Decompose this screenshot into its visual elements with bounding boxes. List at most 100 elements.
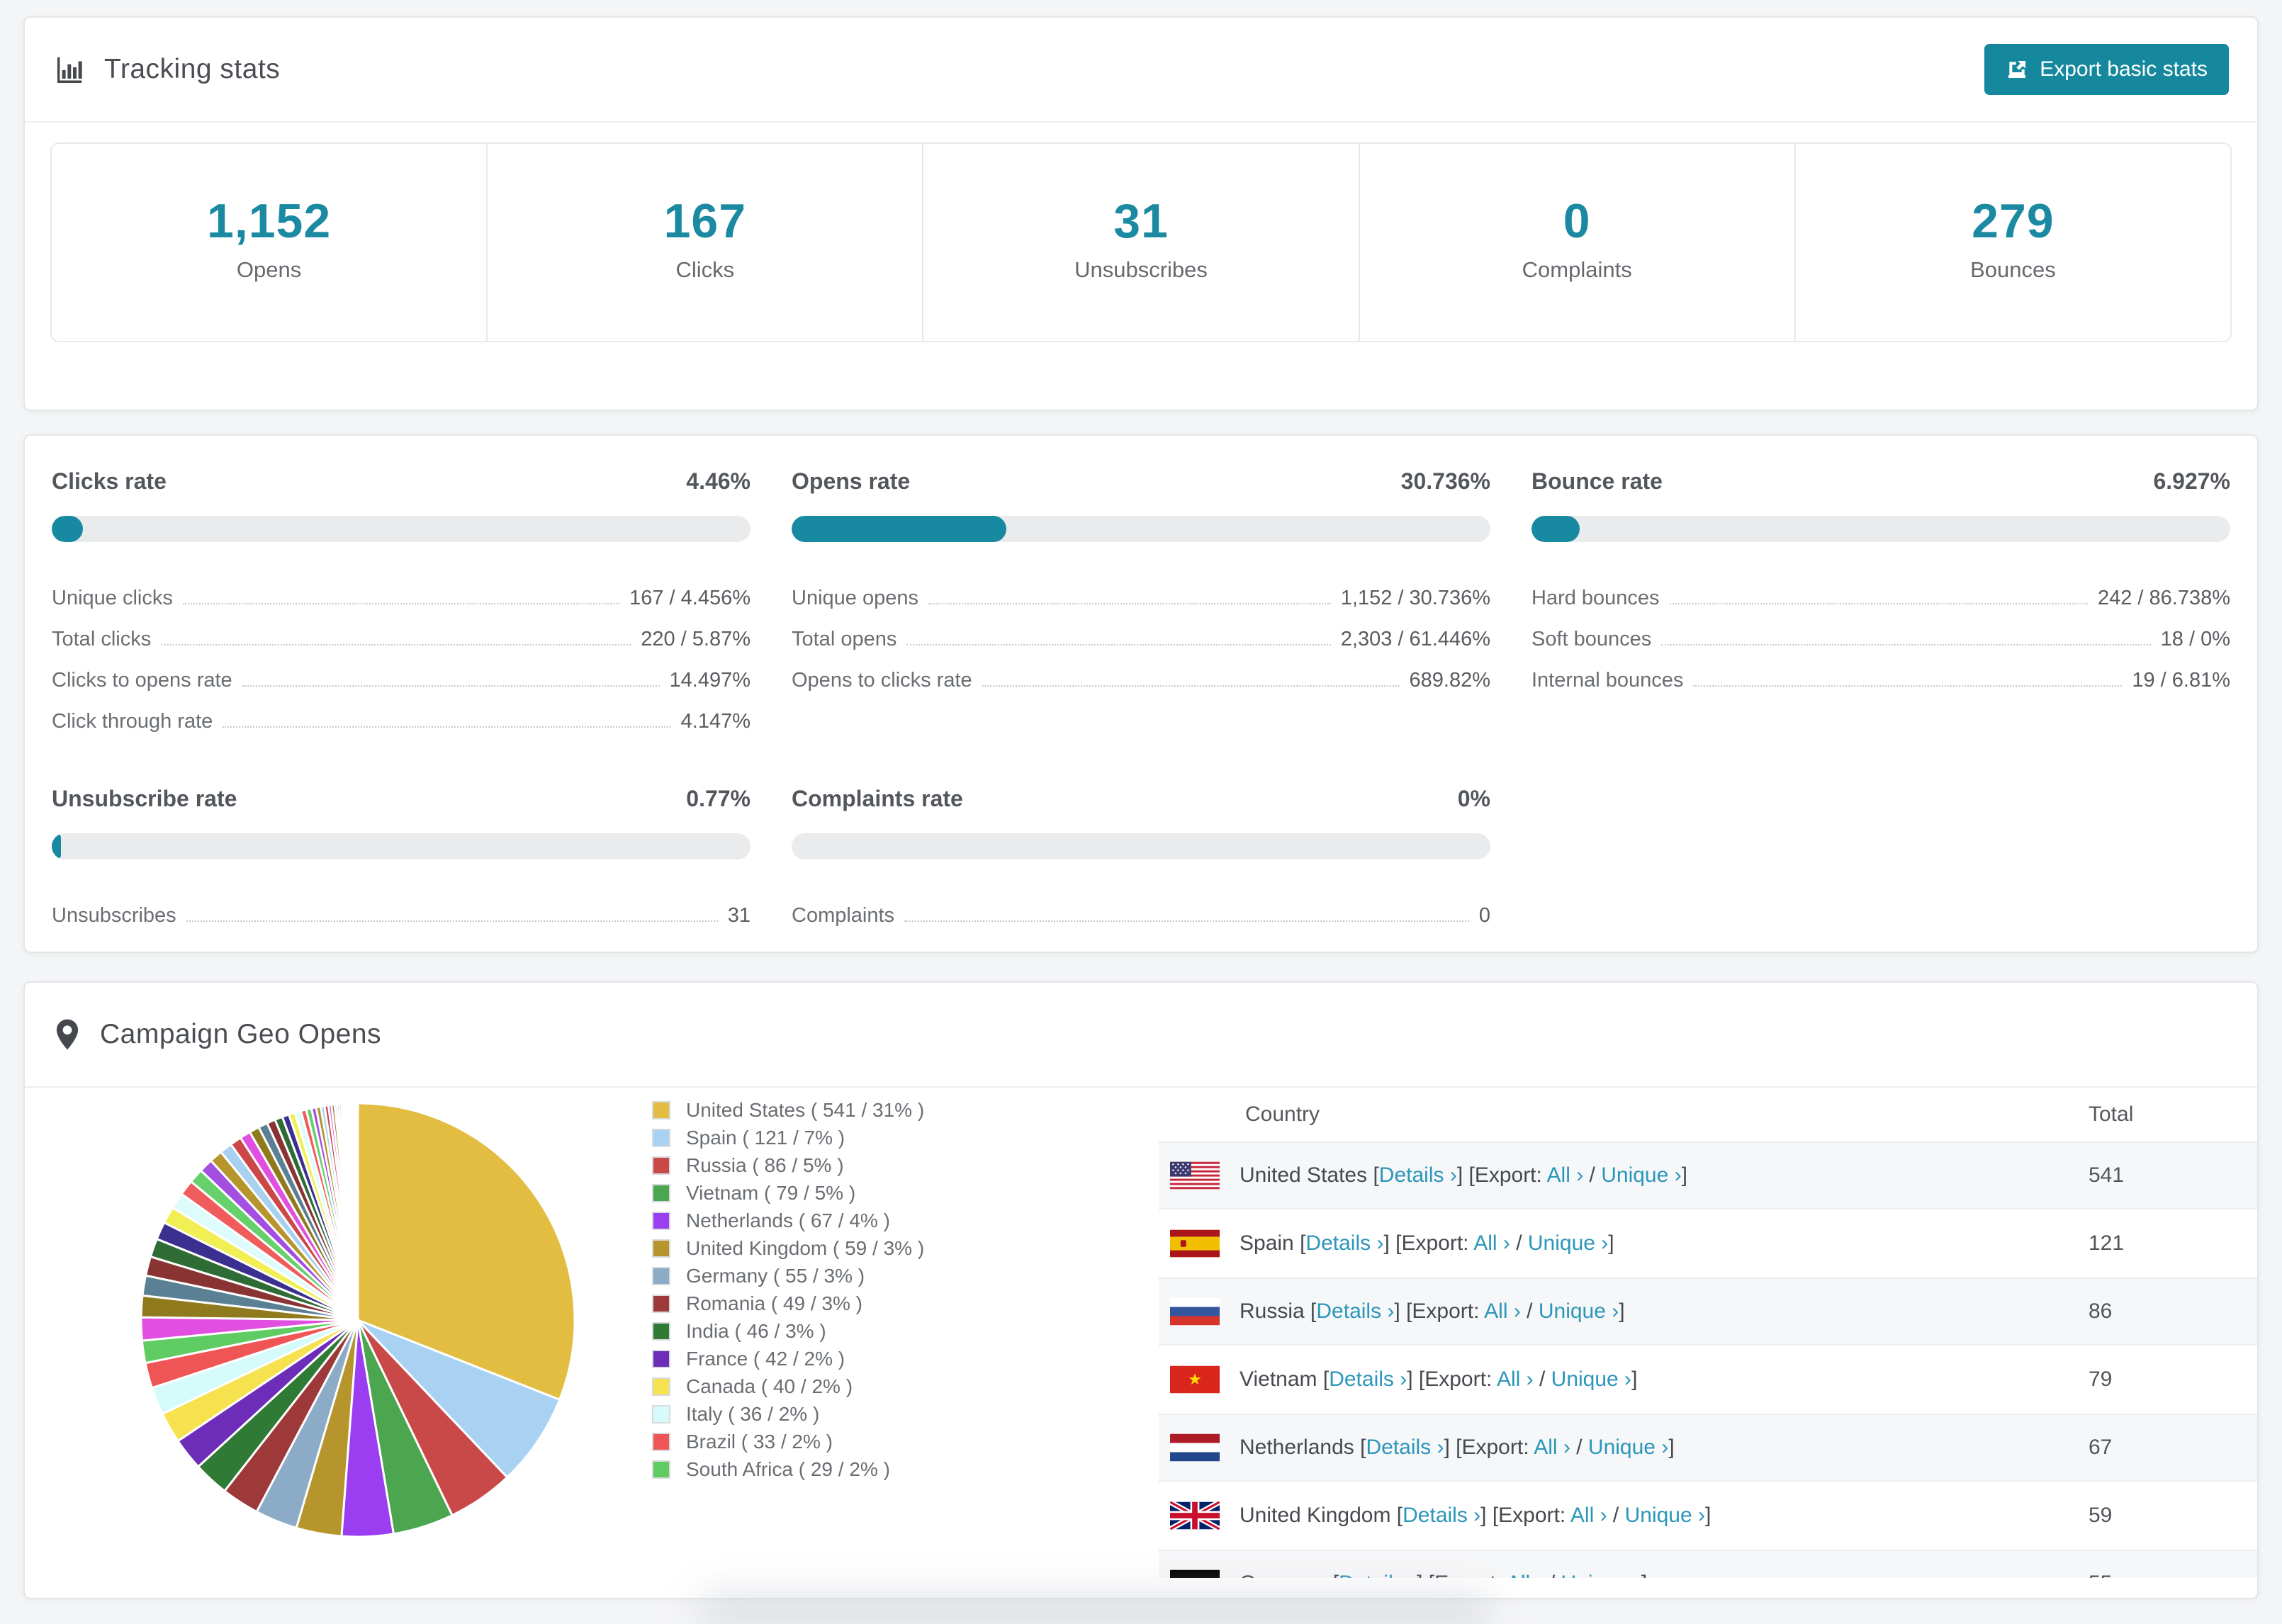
export-all-link[interactable]: All › [1570, 1504, 1607, 1527]
country-name: United States [1240, 1163, 1373, 1187]
progress-bar [52, 833, 751, 859]
stat-value: 4.147% [680, 710, 751, 733]
legend-item-united-kingdom: United Kingdom ( 59 / 3% ) [652, 1237, 924, 1260]
legend-swatch [652, 1322, 670, 1341]
geo-pie-chart[interactable] [131, 1093, 585, 1547]
export-all-link[interactable]: All › [1547, 1163, 1584, 1187]
legend-swatch [652, 1129, 670, 1147]
legend-swatch [652, 1433, 670, 1451]
legend-label: Vietnam ( 79 / 5% ) [686, 1182, 856, 1204]
export-unique-link[interactable]: Unique › [1601, 1163, 1681, 1187]
bottom-shadow [698, 1594, 1492, 1624]
rate-section-complaints-rate: Complaints rate 0% Complaints 0 [792, 786, 1490, 927]
stat-label: Total opens [792, 628, 897, 650]
stat-rows: Unique opens 1,152 / 30.736% Total opens 2,… [792, 569, 1490, 692]
country-name: Germany [1240, 1572, 1333, 1578]
stat-value: 2,303 / 61.446% [1340, 628, 1490, 650]
details-link[interactable]: Details › [1366, 1436, 1444, 1459]
details-link[interactable]: Details › [1305, 1231, 1383, 1255]
country-cell: Netherlands [Details ›] [Export: All › /… [1240, 1436, 2089, 1460]
export-unique-link[interactable]: Unique › [1561, 1572, 1641, 1578]
rate-title: Complaints rate [792, 786, 963, 811]
slash: / [1570, 1436, 1588, 1459]
details-link[interactable]: Details › [1316, 1299, 1394, 1323]
progress-fill [792, 516, 1007, 542]
geo-header: Campaign Geo Opens [25, 983, 2257, 1086]
summary-value: 279 [1972, 194, 2055, 248]
slash: / [1583, 1163, 1602, 1187]
legend-label: Russia ( 86 / 5% ) [686, 1154, 844, 1176]
dotted-leader [1669, 603, 2088, 604]
geo-heading: Campaign Geo Opens [53, 1018, 381, 1051]
legend-label: France ( 42 / 2% ) [686, 1348, 845, 1370]
summary-cell-clicks: 167 Clicks [486, 144, 922, 341]
export-unique-link[interactable]: Unique › [1539, 1299, 1619, 1323]
pie-slice-other-49[interactable] [356, 1102, 359, 1321]
geo-table: Country Total United States [Details ›] … [1159, 1088, 2257, 1578]
export-label: ] [Export: [1456, 1163, 1547, 1187]
export-unique-link[interactable]: Unique › [1551, 1368, 1631, 1391]
export-label: ] [Export: [1444, 1436, 1534, 1459]
rate-head: Opens rate 30.736% [792, 468, 1490, 495]
bar-chart-icon [53, 53, 86, 86]
table-row-netherlands: Netherlands [Details ›] [Export: All › /… [1159, 1414, 2257, 1482]
rate-title: Bounce rate [1531, 468, 1663, 494]
progress-bar [792, 516, 1490, 542]
stat-value: 19 / 6.81% [2132, 669, 2230, 692]
dotted-leader [1661, 644, 2151, 645]
rate-value: 0% [1457, 786, 1490, 811]
export-all-link[interactable]: All › [1497, 1368, 1534, 1391]
stat-row-click-through-rate: Click through rate 4.147% [52, 692, 751, 733]
summary-cell-opens: 1,152 Opens [52, 144, 486, 341]
stat-row-opens-to-clicks-rate: Opens to clicks rate 689.82% [792, 651, 1490, 692]
stat-row-hard-bounces: Hard bounces 242 / 86.738% [1531, 569, 2230, 610]
rate-title: Clicks rate [52, 468, 167, 494]
tracking-stats-card: Tracking stats Export basic stats 1,152 O… [23, 16, 2259, 411]
legend-item-united-states: United States ( 541 / 31% ) [652, 1099, 924, 1122]
spain-flag-icon [1170, 1229, 1220, 1258]
export-all-link[interactable]: All › [1534, 1436, 1570, 1459]
country-total: 541 [2089, 1163, 2125, 1187]
details-link[interactable]: Details › [1329, 1368, 1407, 1391]
export-all-link[interactable]: All › [1507, 1572, 1544, 1578]
dotted-leader [186, 920, 718, 922]
rates-card: Clicks rate 4.46% Unique clicks 167 / 4.456… [23, 434, 2259, 953]
stat-row-internal-bounces: Internal bounces 19 / 6.81% [1531, 651, 2230, 692]
legend-swatch [652, 1350, 670, 1368]
stat-rows: Complaints 0 [792, 886, 1490, 927]
progress-fill [1531, 516, 1580, 542]
progress-bar [52, 516, 751, 542]
country-name: Russia [1240, 1299, 1311, 1323]
summary-label: Clicks [675, 257, 735, 282]
progress-bar [1531, 516, 2230, 542]
rate-value: 30.736% [1400, 468, 1490, 494]
summary-cell-complaints: 0 Complaints [1358, 144, 1794, 341]
stat-label: Soft bounces [1531, 628, 1652, 650]
tracking-stats-title: Tracking stats [104, 54, 281, 84]
stat-row-total-clicks: Total clicks 220 / 5.87% [52, 610, 751, 651]
bracket: [ [1373, 1163, 1379, 1187]
details-link[interactable]: Details › [1403, 1504, 1480, 1527]
export-all-link[interactable]: All › [1484, 1299, 1521, 1323]
slash: / [1510, 1231, 1528, 1255]
bracket: ] [1668, 1436, 1675, 1459]
legend-swatch [652, 1267, 670, 1285]
stat-label: Click through rate [52, 710, 213, 733]
export-unique-link[interactable]: Unique › [1528, 1231, 1608, 1255]
bracket: ] [1631, 1368, 1638, 1391]
legend-item-spain: Spain ( 121 / 7% ) [652, 1127, 924, 1149]
summary-label: Opens [236, 257, 302, 282]
details-link[interactable]: Details › [1339, 1572, 1417, 1578]
export-all-link[interactable]: All › [1473, 1231, 1510, 1255]
bracket: ] [1681, 1163, 1687, 1187]
export-basic-stats-button[interactable]: Export basic stats [1984, 44, 2229, 95]
details-link[interactable]: Details › [1379, 1163, 1457, 1187]
column-header-total: Total [2089, 1103, 2134, 1126]
export-label: ] [Export: [1417, 1572, 1507, 1578]
legend-label: Canada ( 40 / 2% ) [686, 1375, 853, 1397]
country-cell: Germany [Details ›] [Export: All › / Uni… [1240, 1572, 2089, 1578]
rate-title: Opens rate [792, 468, 911, 494]
export-unique-link[interactable]: Unique › [1625, 1504, 1705, 1527]
rate-head: Complaints rate 0% [792, 786, 1490, 812]
export-unique-link[interactable]: Unique › [1588, 1436, 1668, 1459]
